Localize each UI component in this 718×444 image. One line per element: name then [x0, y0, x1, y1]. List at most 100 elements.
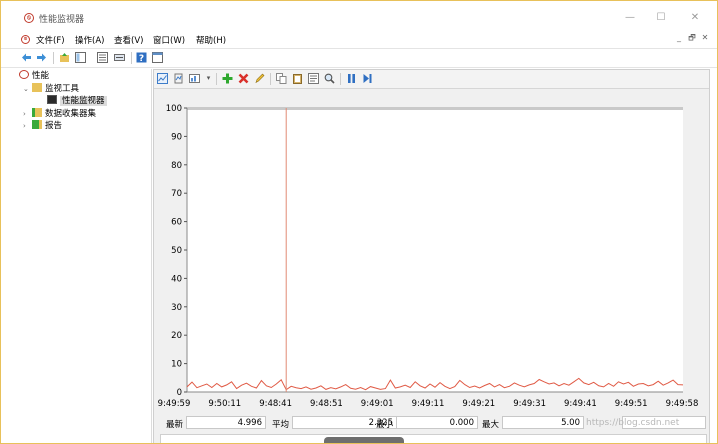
- toolbar-separator: [340, 73, 341, 85]
- x-tick-label: 9:49:41: [564, 399, 597, 409]
- performance-line-chart: 0 10 20 30 40 50 60 70 80 90 100 9:49:59 9:50:11 9:48…: [158, 104, 699, 409]
- back-arrow-icon[interactable]: [21, 52, 32, 63]
- window-title: 性能监视器: [39, 15, 85, 25]
- y-tick-label: 60: [171, 218, 182, 228]
- tree-item-label: 性能监视器: [60, 96, 107, 106]
- toolbar-separator: [131, 52, 132, 64]
- y-tick-label: 10: [171, 360, 182, 370]
- chevron-down-icon[interactable]: ▾: [203, 73, 214, 84]
- x-tick-label: 9:48:41: [259, 399, 292, 409]
- x-tick-label: 9:50:11: [208, 399, 241, 409]
- show-tree-icon[interactable]: [75, 52, 86, 63]
- graph-properties-icon[interactable]: [308, 73, 319, 84]
- main-toolbar: ?: [1, 48, 717, 68]
- minimum-value: 0.000: [396, 416, 478, 429]
- forward-arrow-icon[interactable]: [36, 52, 47, 63]
- y-tick-label: 100: [166, 104, 182, 114]
- collector-set-icon: [32, 108, 42, 117]
- properties-icon[interactable]: [97, 52, 108, 63]
- chevron-right-icon[interactable]: ›: [23, 108, 32, 120]
- toolbar-separator: [216, 73, 217, 85]
- x-tick-label: 9:49:58: [666, 399, 699, 409]
- graph-toolbar: ▾: [154, 70, 709, 89]
- copy-properties-icon[interactable]: [276, 73, 287, 84]
- perfmon-app-icon: ⦸: [24, 13, 34, 23]
- watermark-text: https://blog.csdn.net: [586, 418, 680, 428]
- plot-top-border: [187, 107, 683, 110]
- tree-item-monitoring-tools[interactable]: ⌄ 监视工具: [23, 83, 79, 95]
- toolbar-separator: [270, 73, 271, 85]
- mdi-close-button[interactable]: ✕: [700, 32, 710, 44]
- x-tick-label: 9:49:31: [513, 399, 546, 409]
- tree-item-data-collector-sets[interactable]: › 数据收集器集: [23, 108, 96, 120]
- console-window-icon[interactable]: [152, 52, 163, 63]
- mdi-restore-button[interactable]: 🗗: [687, 32, 697, 44]
- menu-help[interactable]: 帮助(H): [196, 34, 226, 46]
- mdi-minimize-button[interactable]: _: [674, 32, 684, 44]
- y-tick-label: 90: [171, 132, 182, 142]
- x-tick-label: 9:49:51: [615, 399, 648, 409]
- tree-item-reports[interactable]: › 报告: [23, 120, 62, 132]
- last-value: 4.996: [186, 416, 266, 429]
- last-label: 最新: [166, 420, 184, 430]
- performance-monitor-panel: ▾ 0 10 20 30 40 50 60 70 80 90 100 9:49:59 9:50:11 9:…: [153, 69, 710, 443]
- delete-counter-icon[interactable]: [238, 73, 249, 84]
- highlight-icon[interactable]: [254, 73, 265, 84]
- toolbar-separator: [53, 52, 54, 64]
- x-tick-label: 9:49:11: [412, 399, 445, 409]
- menu-window[interactable]: 窗口(W): [153, 34, 185, 46]
- tree-item-performance-monitor[interactable]: 性能监视器: [47, 95, 107, 107]
- graph-area: 0 10 20 30 40 50 60 70 80 90 100 9:49:59 9:50:11 9:48…: [154, 89, 709, 424]
- help-icon[interactable]: ?: [136, 52, 147, 63]
- plot-background: [187, 108, 683, 392]
- tree-item-label: 性能: [32, 71, 50, 81]
- tree-item-label: 监视工具: [45, 84, 80, 94]
- y-tick-label: 40: [171, 274, 182, 284]
- update-data-icon[interactable]: [362, 73, 373, 84]
- menu-app-icon[interactable]: ⦸: [21, 35, 30, 44]
- menu-file[interactable]: 文件(F): [36, 34, 65, 46]
- x-tick-label: 9:48:51: [310, 399, 343, 409]
- menu-view[interactable]: 查看(V): [114, 34, 143, 46]
- up-folder-icon[interactable]: [59, 52, 70, 63]
- minimum-label: 最小: [376, 420, 394, 430]
- y-tick-label: 80: [171, 161, 182, 171]
- app-window: ⦸ 性能监视器 — ☐ ✕ ⦸ 文件(F) 操作(A) 查看(V) 窗口(W) …: [0, 0, 718, 444]
- y-tick-label: 70: [171, 189, 182, 199]
- chevron-down-icon[interactable]: ⌄: [23, 83, 32, 95]
- tree-item-label: 报告: [45, 121, 63, 131]
- perfmon-icon: [19, 70, 29, 79]
- x-tick-label: 9:49:59: [158, 399, 191, 409]
- menu-action[interactable]: 操作(A): [75, 34, 104, 46]
- scroll-handle[interactable]: [324, 437, 404, 443]
- reports-icon: [32, 120, 42, 129]
- y-tick-label: 20: [171, 331, 182, 341]
- navigation-tree: 性能 ⌄ 监视工具 性能监视器 › 数据收集器集 › 报告: [17, 69, 152, 443]
- export-list-icon[interactable]: [114, 52, 125, 63]
- change-graph-type-icon[interactable]: [189, 73, 200, 84]
- close-button[interactable]: ✕: [685, 11, 705, 25]
- y-tick-label: 50: [171, 246, 182, 256]
- maximum-label: 最大: [482, 420, 500, 430]
- view-log-data-icon[interactable]: [173, 73, 184, 84]
- title-bar: ⦸ 性能监视器 — ☐ ✕: [1, 1, 717, 31]
- y-tick-label: 0: [177, 388, 182, 398]
- tree-item-performance[interactable]: 性能: [19, 70, 49, 82]
- svg-text:?: ?: [139, 54, 144, 63]
- x-tick-label: 9:49:01: [361, 399, 394, 409]
- x-tick-label: 9:49:21: [462, 399, 495, 409]
- paste-counter-list-icon[interactable]: [292, 73, 303, 84]
- minimize-button[interactable]: —: [620, 11, 640, 25]
- freeze-display-icon[interactable]: [346, 73, 357, 84]
- chevron-right-icon[interactable]: ›: [23, 120, 32, 132]
- counter-list-pane[interactable]: [160, 434, 707, 443]
- add-counter-icon[interactable]: [222, 73, 233, 84]
- view-current-activity-icon[interactable]: [157, 73, 168, 84]
- tree-item-label: 数据收集器集: [45, 109, 97, 119]
- folder-icon: [32, 83, 42, 92]
- maximize-button[interactable]: ☐: [651, 11, 671, 25]
- maximum-value: 5.00: [502, 416, 584, 429]
- monitor-chart-icon: [47, 95, 57, 104]
- zoom-icon[interactable]: [324, 73, 335, 84]
- y-tick-label: 30: [171, 303, 182, 313]
